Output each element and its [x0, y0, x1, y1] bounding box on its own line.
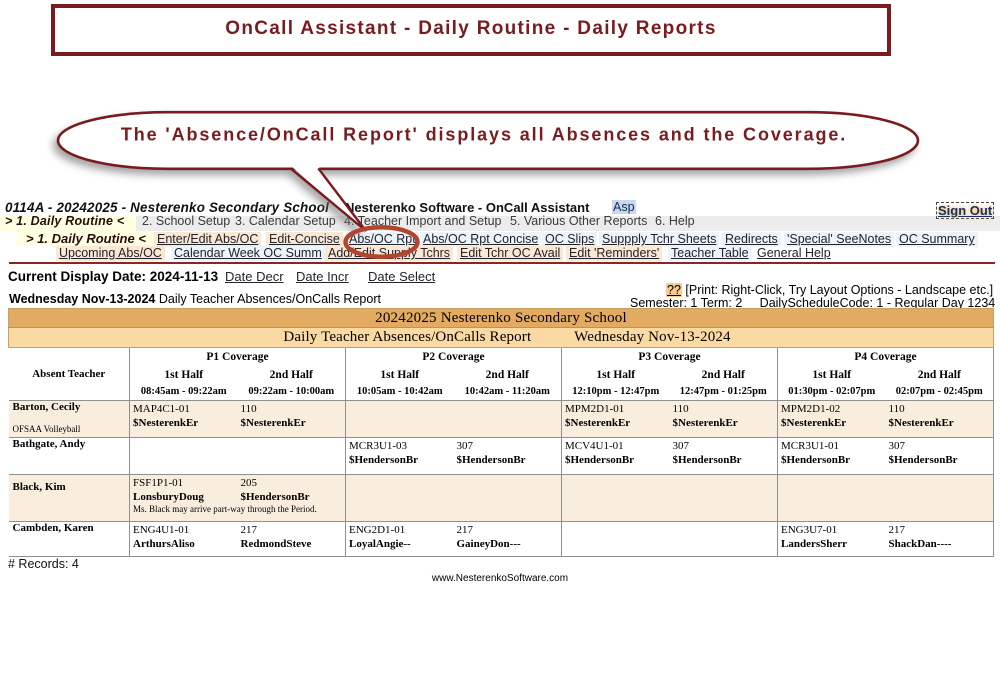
- svg-text:The 'Absence/OnCall Report' di: The 'Absence/OnCall Report' displays all…: [121, 125, 847, 145]
